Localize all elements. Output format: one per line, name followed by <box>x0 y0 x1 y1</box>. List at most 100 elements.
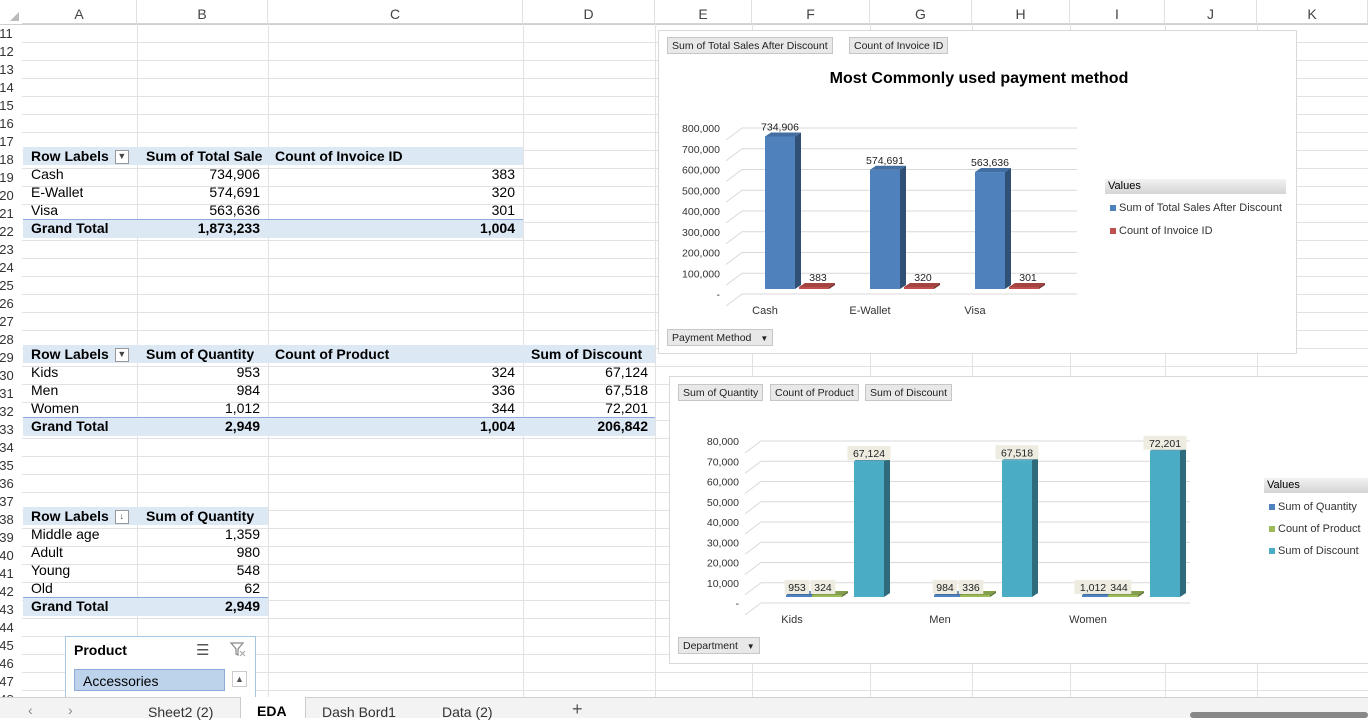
slicer-item[interactable]: Accessories <box>74 669 225 691</box>
pivot1-row-value[interactable]: 563,636 <box>138 201 260 219</box>
tab-data-2[interactable]: Data (2) <box>442 704 493 720</box>
pivot2-grand-total-value[interactable]: 1,004 <box>268 417 515 435</box>
column-header-i[interactable]: I <box>1070 0 1165 24</box>
row-header-221[interactable]: 221 <box>0 205 22 223</box>
row-header-247[interactable]: 247 <box>0 673 22 691</box>
multi-select-icon[interactable]: ☰ <box>196 641 209 659</box>
select-all-corner[interactable] <box>0 0 22 24</box>
row-header-237[interactable]: 237 <box>0 493 22 511</box>
axis-field-button-department[interactable]: Department ▼ <box>678 637 760 654</box>
pivot1-row-value[interactable]: 734,906 <box>138 165 260 183</box>
column-header-g[interactable]: G <box>870 0 972 24</box>
pivot2-row-value[interactable]: 67,124 <box>524 363 648 381</box>
row-header-231[interactable]: 231 <box>0 385 22 403</box>
pivot1-row-label[interactable]: E-Wallet <box>31 183 83 201</box>
row-header-234[interactable]: 234 <box>0 439 22 457</box>
pivot1-row-value[interactable]: 301 <box>268 201 515 219</box>
column-header-h[interactable]: H <box>972 0 1070 24</box>
row-header-239[interactable]: 239 <box>0 529 22 547</box>
pivot1-row-value[interactable]: 320 <box>268 183 515 201</box>
column-header-k[interactable]: K <box>1257 0 1368 24</box>
pivot2-grand-total-value[interactable]: 206,842 <box>524 417 648 435</box>
row-header-229[interactable]: 229 <box>0 349 22 367</box>
pivot1-row-labels-header[interactable]: Row Labels ▼ <box>31 147 146 165</box>
row-header-241[interactable]: 241 <box>0 565 22 583</box>
pivot3-header-quantity[interactable]: Sum of Quantity <box>146 507 267 525</box>
sort-filter-icon[interactable]: ↓ <box>114 510 129 525</box>
row-header-217[interactable]: 217 <box>0 133 22 151</box>
row-header-215[interactable]: 215 <box>0 97 22 115</box>
column-header-a[interactable]: A <box>22 0 137 24</box>
tab-sheet2-2[interactable]: Sheet2 (2) <box>148 704 213 720</box>
pivot3-row-labels-header[interactable]: Row Labels ↓ <box>31 507 146 525</box>
column-header-j[interactable]: J <box>1165 0 1257 24</box>
horizontal-scrollbar[interactable] <box>1190 712 1368 718</box>
row-header-240[interactable]: 240 <box>0 547 22 565</box>
pivot1-grand-total-value[interactable]: 1,873,233 <box>138 219 260 237</box>
row-header-242[interactable]: 242 <box>0 583 22 601</box>
pivot2-row-value[interactable]: 953 <box>138 363 260 381</box>
row-header-211[interactable]: 211 <box>0 25 22 43</box>
row-header-233[interactable]: 233 <box>0 421 22 439</box>
row-header-212[interactable]: 212 <box>0 43 22 61</box>
column-header-e[interactable]: E <box>655 0 752 24</box>
slicer-scroll-up-icon[interactable]: ▲ <box>232 671 247 687</box>
row-header-223[interactable]: 223 <box>0 241 22 259</box>
row-header-225[interactable]: 225 <box>0 277 22 295</box>
department-chart[interactable]: Sum of Quantity Count of Product Sum of … <box>669 376 1368 664</box>
column-header-f[interactable]: F <box>752 0 870 24</box>
row-header-220[interactable]: 220 <box>0 187 22 205</box>
pivot3-row-label[interactable]: Adult <box>31 543 63 561</box>
row-header-236[interactable]: 236 <box>0 475 22 493</box>
pivot3-grand-total-value[interactable]: 2,949 <box>138 597 260 615</box>
pivot3-grand-total-label[interactable]: Grand Total <box>31 597 109 615</box>
row-header-222[interactable]: 222 <box>0 223 22 241</box>
pivot2-row-label[interactable]: Kids <box>31 363 58 381</box>
pivot2-header-discount[interactable]: Sum of Discount <box>531 345 655 363</box>
pivot2-row-value[interactable]: 72,201 <box>524 399 648 417</box>
pivot2-row-value[interactable]: 344 <box>268 399 515 417</box>
row-header-224[interactable]: 224 <box>0 259 22 277</box>
pivot1-row-value[interactable]: 574,691 <box>138 183 260 201</box>
pivot2-row-labels-header[interactable]: Row Labels ▼ <box>31 345 146 363</box>
pivot2-row-value[interactable]: 984 <box>138 381 260 399</box>
column-header-d[interactable]: D <box>523 0 655 24</box>
pivot2-row-label[interactable]: Women <box>31 399 79 417</box>
tab-scroll-left-icon[interactable]: ‹ <box>28 702 33 718</box>
filter-dropdown-icon[interactable]: ▼ <box>114 150 129 165</box>
product-slicer[interactable]: Product ☰ Accessories ▲ <box>65 636 256 706</box>
row-header-218[interactable]: 218 <box>0 151 22 169</box>
pivot2-row-value[interactable]: 67,518 <box>524 381 648 399</box>
pivot2-grand-total-label[interactable]: Grand Total <box>31 417 109 435</box>
row-header-235[interactable]: 235 <box>0 457 22 475</box>
pivot3-row-value[interactable]: 1,359 <box>138 525 260 543</box>
axis-field-button-payment-method[interactable]: Payment Method ▼ <box>667 329 774 346</box>
row-header-238[interactable]: 238 <box>0 511 22 529</box>
pivot1-row-label[interactable]: Visa <box>31 201 58 219</box>
tab-scroll-right-icon[interactable]: › <box>68 702 73 718</box>
pivot1-grand-total-label[interactable]: Grand Total <box>31 219 109 237</box>
pivot2-header-count[interactable]: Count of Product <box>275 345 520 363</box>
filter-dropdown-icon[interactable]: ▼ <box>114 348 129 363</box>
row-header-246[interactable]: 246 <box>0 655 22 673</box>
pivot3-row-label[interactable]: Old <box>31 579 53 597</box>
pivot1-row-label[interactable]: Cash <box>31 165 64 183</box>
row-header-227[interactable]: 227 <box>0 313 22 331</box>
pivot2-row-value[interactable]: 336 <box>268 381 515 399</box>
pivot3-row-value[interactable]: 548 <box>138 561 260 579</box>
pivot3-row-label[interactable]: Young <box>31 561 70 579</box>
row-header-230[interactable]: 230 <box>0 367 22 385</box>
row-header-226[interactable]: 226 <box>0 295 22 313</box>
row-header-216[interactable]: 216 <box>0 115 22 133</box>
row-header-228[interactable]: 228 <box>0 331 22 349</box>
pivot2-row-value[interactable]: 324 <box>268 363 515 381</box>
pivot3-row-value[interactable]: 62 <box>138 579 260 597</box>
row-header-213[interactable]: 213 <box>0 61 22 79</box>
pivot1-header-sales[interactable]: Sum of Total Sale <box>146 147 267 165</box>
payment-method-chart[interactable]: Sum of Total Sales After Discount Count … <box>658 30 1297 354</box>
row-header-245[interactable]: 245 <box>0 637 22 655</box>
pivot2-row-value[interactable]: 1,012 <box>138 399 260 417</box>
row-header-243[interactable]: 243 <box>0 601 22 619</box>
column-header-c[interactable]: C <box>268 0 523 24</box>
pivot1-grand-total-value[interactable]: 1,004 <box>268 219 515 237</box>
